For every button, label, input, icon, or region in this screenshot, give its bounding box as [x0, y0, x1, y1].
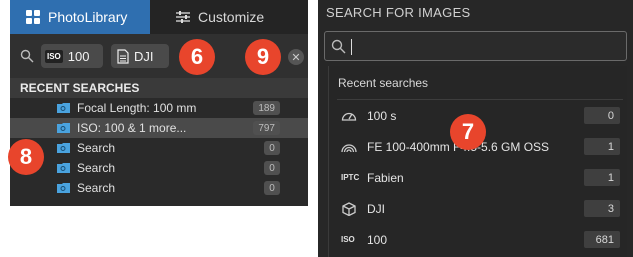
dropdown-item-count: 1 — [584, 138, 620, 155]
search-icon — [331, 39, 346, 54]
smart-folder-icon — [57, 183, 70, 193]
smart-folder-icon — [57, 163, 70, 173]
panel-title: SEARCH FOR IMAGES — [326, 5, 471, 20]
close-icon: ✕ — [291, 51, 301, 64]
tab-customize-label: Customize — [198, 9, 265, 25]
smart-folder-icon — [57, 123, 70, 133]
recent-search-label: Search — [77, 181, 116, 195]
recent-searches-header: RECENT SEARCHES — [10, 78, 308, 98]
iso-icon: ISO — [341, 235, 355, 244]
dropdown-item-count: 3 — [584, 200, 620, 217]
recent-search-label: ISO: 100 & 1 more... — [77, 121, 187, 135]
photolibrary-panel: PhotoLibrary Customize ISO 100 DJI ✕ REC… — [10, 0, 308, 206]
dropdown-item[interactable]: DJI 3 — [329, 193, 628, 224]
shutter-speed-icon — [341, 112, 357, 121]
recent-search-item[interactable]: ISO: 100 & 1 more... 797 — [10, 118, 308, 138]
dropdown-item[interactable]: ISO 100 681 — [329, 224, 628, 255]
recent-search-label: Search — [77, 161, 116, 175]
recent-searches-dropdown: Recent searches 100 s 0 FE 100-400mm F4.… — [328, 66, 627, 257]
clear-search-button[interactable]: ✕ — [288, 49, 304, 65]
recent-searches-label: Recent searches — [338, 76, 429, 90]
dropdown-item-label: 100 s — [367, 109, 397, 123]
callout-7: 7 — [450, 114, 486, 150]
recent-search-item[interactable]: Search 0 — [10, 138, 308, 158]
dropdown-item-count: 0 — [584, 107, 620, 124]
document-icon — [117, 48, 129, 64]
iptc-icon: IPTC — [341, 173, 360, 182]
recent-search-count: 0 — [264, 161, 280, 175]
tab-photolibrary[interactable]: PhotoLibrary — [10, 0, 150, 34]
recent-searches-list: Focal Length: 100 mm 189 ISO: 100 & 1 mo… — [10, 98, 308, 198]
lens-icon — [341, 144, 357, 153]
document-filter-chip[interactable]: DJI — [111, 44, 169, 68]
recent-search-count: 189 — [253, 101, 280, 115]
dropdown-item-label: DJI — [367, 202, 385, 216]
tab-bar: PhotoLibrary Customize — [10, 0, 308, 34]
iso-filter-value: 100 — [67, 48, 90, 64]
dropdown-item[interactable]: IPTC Fabien 1 — [329, 162, 628, 193]
recent-search-label: Focal Length: 100 mm — [77, 101, 197, 115]
recent-search-item[interactable]: Search 0 — [10, 178, 308, 198]
image-search-input[interactable] — [324, 31, 627, 61]
cube-icon — [342, 202, 356, 216]
tab-photolibrary-label: PhotoLibrary — [48, 9, 128, 25]
sliders-icon — [176, 11, 190, 23]
grid-icon — [26, 10, 40, 24]
smart-folder-icon — [57, 103, 70, 113]
recent-search-count: 0 — [264, 141, 280, 155]
callout-9: 9 — [245, 39, 281, 75]
recent-search-item[interactable]: Search 0 — [10, 158, 308, 178]
dropdown-item-label: Fabien — [367, 171, 404, 185]
dropdown-item-count: 681 — [584, 231, 620, 248]
smart-folder-icon — [57, 143, 70, 153]
recent-search-label: Search — [77, 141, 116, 155]
search-icon[interactable] — [20, 49, 34, 63]
recent-search-count: 0 — [264, 181, 280, 195]
recent-search-item[interactable]: Focal Length: 100 mm 189 — [10, 98, 308, 118]
dropdown-item-label: 100 — [367, 233, 388, 247]
screenshot-stage: PhotoLibrary Customize ISO 100 DJI ✕ REC… — [0, 0, 633, 257]
iso-badge-icon: ISO — [45, 49, 63, 63]
document-filter-value: DJI — [134, 48, 154, 64]
recent-search-count: 797 — [253, 121, 280, 135]
iso-filter-chip[interactable]: ISO 100 — [41, 44, 103, 68]
text-caret — [351, 39, 352, 55]
callout-8: 8 — [8, 139, 44, 175]
callout-6: 6 — [179, 39, 215, 75]
dropdown-item-count: 1 — [584, 169, 620, 186]
tab-customize[interactable]: Customize — [150, 0, 308, 34]
